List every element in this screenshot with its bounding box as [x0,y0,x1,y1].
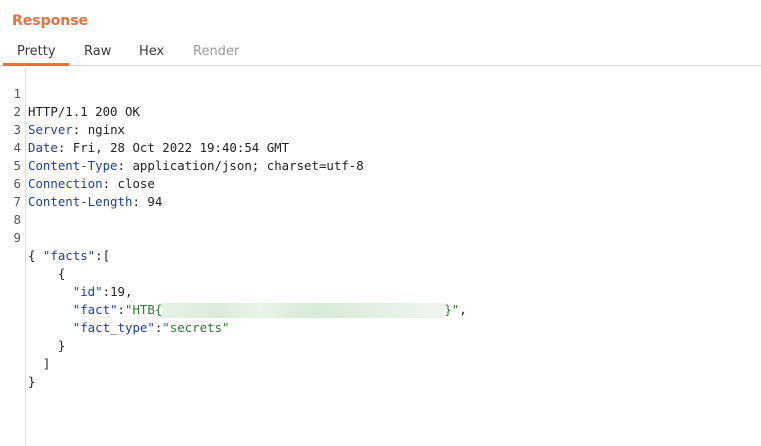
redacted-flag-block [162,303,445,318]
json-key: "id" [72,284,103,299]
tab-raw[interactable]: Raw [84,44,111,59]
code-line: 5 Connection: close [0,139,155,191]
code-line: 3 Date: Fri, 28 Oct 2022 19:40:54 GMT [0,103,290,155]
status-line: HTTP/1.1 200 OK [28,104,140,119]
header-key: Content-Length [28,194,133,209]
json-string: }" [444,302,460,317]
json-key: "fact_type" [72,320,155,335]
json-number: 19 [110,284,125,299]
code-line: } [28,374,36,389]
panel-title: Response [12,13,89,29]
header-value: Fri, 28 Oct 2022 19:40:54 GMT [72,140,290,155]
active-tab-indicator [3,63,69,66]
header-value: 94 [147,194,163,209]
code-line: "facts":[ [42,248,111,263]
header-key: Content-Type [28,158,118,173]
json-string: "HTB{ [125,302,163,317]
code-line: 9 { [0,211,36,263]
json-string: "secrets" [162,320,230,335]
code-line: "id":19, [72,284,133,299]
code-line: 1 HTTP/1.1 200 OK [0,67,140,119]
tab-hex[interactable]: Hex [139,44,164,59]
code-line: "fact_type":"secrets" [72,320,230,335]
header-value: nginx [87,122,125,137]
code-line: { [57,266,66,281]
code-line: ] [42,356,51,371]
header-key: Connection [28,176,103,191]
view-tabs: Pretty Raw Hex Render [0,39,761,66]
header-value: close [117,176,155,191]
code-line: 6 Content-Length: 94 [0,157,163,209]
code-line: 7 [0,175,30,209]
header-value: application/json; charset=utf-8 [132,158,364,173]
tab-pretty[interactable]: Pretty [17,44,56,59]
code-line: 4 Content-Type: application/json; charse… [0,121,364,173]
header-key: Server [28,122,73,137]
json-key: "facts" [42,248,96,263]
json-key: "fact" [72,302,118,317]
code-line: 2 Server: nginx [0,85,125,137]
tab-render[interactable]: Render [193,44,239,59]
code-line: } [57,338,66,353]
header-key: Date [28,140,58,155]
response-editor[interactable]: 1 HTTP/1.1 200 OK 2 Server: nginx 3 Date… [0,67,761,446]
code-line: "fact":"HTB{}", [72,302,467,318]
code-line: 8 [0,193,30,227]
